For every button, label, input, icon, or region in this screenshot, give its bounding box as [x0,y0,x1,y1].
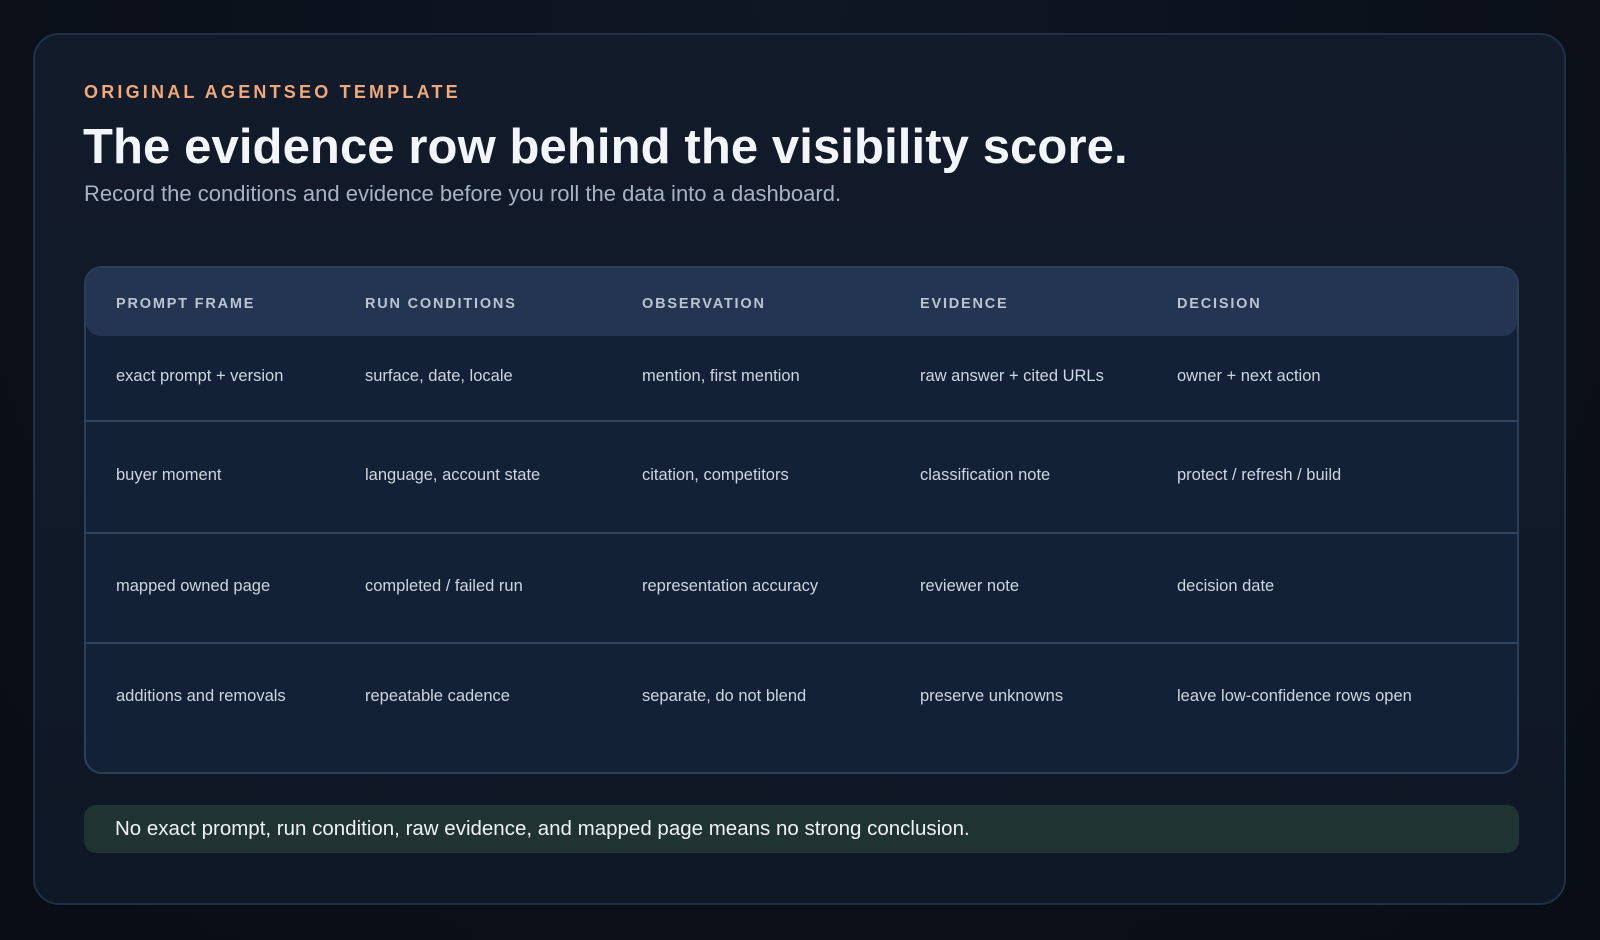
table-cell: representation accuracy [642,577,819,595]
table-row: additions and removals repeatable cadenc… [86,644,1517,772]
table-cell: raw answer + cited URLs [920,367,1104,385]
column-header-decision: DECISION [1177,296,1262,312]
table-cell: repeatable cadence [365,687,510,705]
table-cell: reviewer note [920,577,1020,595]
table-cell: mapped owned page [116,577,271,595]
table-cell: surface, date, locale [365,367,513,385]
table-row: exact prompt + version surface, date, lo… [86,336,1517,422]
table-row: mapped owned page completed / failed run… [86,534,1517,644]
column-header-prompt-frame: PROMPT FRAME [116,296,256,312]
table-cell: protect / refresh / build [1177,466,1342,484]
template-card: ORIGINAL AGENTSEO TEMPLATE The evidence … [33,33,1566,905]
table-row: buyer moment language, account state cit… [86,422,1517,534]
table-cell: separate, do not blend [642,687,807,705]
table-cell: owner + next action [1177,367,1321,385]
table-header: PROMPT FRAME RUN CONDITIONS OBSERVATION … [86,268,1517,336]
table-cell: classification note [920,466,1051,484]
conclusion-note: No exact prompt, run condition, raw evid… [84,805,1519,853]
table-cell: exact prompt + version [116,367,284,385]
page-title: The evidence row behind the visibility s… [83,120,1128,174]
table-cell: mention, first mention [642,367,800,385]
table-cell: citation, competitors [642,466,789,484]
table-cell: buyer moment [116,466,222,484]
evidence-table: PROMPT FRAME RUN CONDITIONS OBSERVATION … [84,266,1519,774]
page-subtitle: Record the conditions and evidence befor… [84,181,842,206]
column-header-observation: OBSERVATION [642,296,766,312]
table-cell: preserve unknowns [920,687,1064,705]
table-cell: additions and removals [116,687,286,705]
table-cell: leave low-confidence rows open [1177,687,1412,705]
table-cell: completed / failed run [365,577,523,595]
column-header-evidence: EVIDENCE [920,296,1009,312]
column-header-run-conditions: RUN CONDITIONS [365,296,517,312]
eyebrow-label: ORIGINAL AGENTSEO TEMPLATE [84,82,461,102]
table-cell: language, account state [365,466,541,484]
table-cell: decision date [1177,577,1275,595]
